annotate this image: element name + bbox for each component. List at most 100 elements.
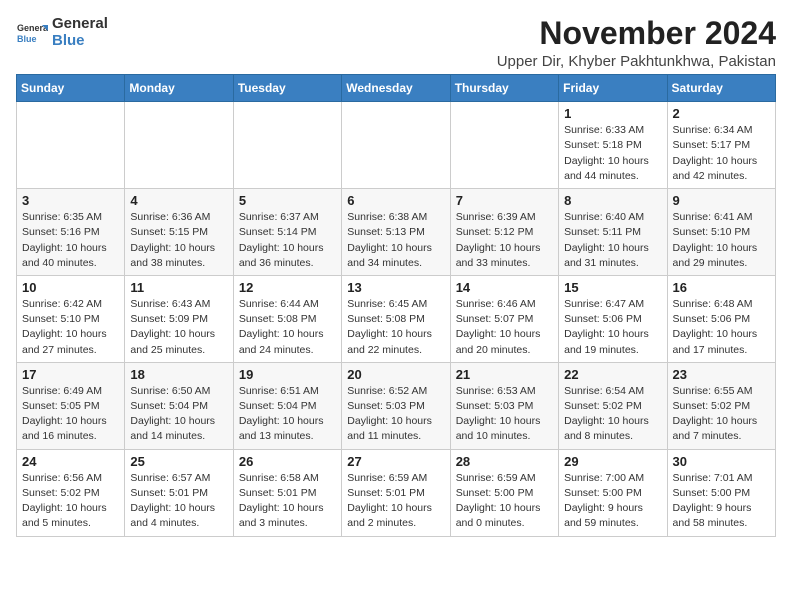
calendar-cell: [450, 102, 558, 189]
day-info: Sunrise: 6:46 AM Sunset: 5:07 PM Dayligh…: [456, 297, 553, 358]
day-info: Sunrise: 6:54 AM Sunset: 5:02 PM Dayligh…: [564, 384, 661, 445]
logo-icon: General Blue: [16, 17, 48, 49]
day-number: 25: [130, 454, 227, 469]
day-number: 12: [239, 280, 336, 295]
day-number: 28: [456, 454, 553, 469]
calendar-cell: 1 Sunrise: 6:33 AM Sunset: 5:18 PM Daylig…: [559, 102, 667, 189]
day-number: 20: [347, 367, 444, 382]
svg-text:General: General: [17, 23, 48, 33]
day-number: 23: [673, 367, 770, 382]
day-number: 30: [673, 454, 770, 469]
calendar-cell: [125, 102, 233, 189]
weekday-header: Wednesday: [342, 75, 450, 102]
weekday-header: Saturday: [667, 75, 775, 102]
calendar-cell: 22 Sunrise: 6:54 AM Sunset: 5:02 PM Dayli…: [559, 362, 667, 449]
calendar-cell: 27Sunrise: 6:59 AM Sunset: 5:01 PM Dayli…: [342, 449, 450, 536]
day-info: Sunrise: 6:58 AM Sunset: 5:01 PM Dayligh…: [239, 471, 336, 532]
calendar-cell: 4 Sunrise: 6:36 AM Sunset: 5:15 PM Daylig…: [125, 189, 233, 276]
calendar-cell: 23 Sunrise: 6:55 AM Sunset: 5:02 PM Dayli…: [667, 362, 775, 449]
calendar-cell: 11 Sunrise: 6:43 AM Sunset: 5:09 PM Dayli…: [125, 275, 233, 362]
calendar-row: 1 Sunrise: 6:33 AM Sunset: 5:18 PM Daylig…: [17, 102, 776, 189]
day-info: Sunrise: 6:34 AM Sunset: 5:17 PM Dayligh…: [673, 123, 770, 184]
day-number: 21: [456, 367, 553, 382]
day-info: Sunrise: 6:40 AM Sunset: 5:11 PM Dayligh…: [564, 210, 661, 271]
calendar-row: 24 Sunrise: 6:56 AM Sunset: 5:02 PM Dayli…: [17, 449, 776, 536]
day-info: Sunrise: 6:44 AM Sunset: 5:08 PM Dayligh…: [239, 297, 336, 358]
day-info: Sunrise: 6:36 AM Sunset: 5:15 PM Dayligh…: [130, 210, 227, 271]
day-number: 1: [564, 106, 661, 121]
day-info: Sunrise: 6:49 AM Sunset: 5:05 PM Dayligh…: [22, 384, 119, 445]
calendar-cell: 28 Sunrise: 6:59 AM Sunset: 5:00 PM Dayli…: [450, 449, 558, 536]
calendar-cell: 24 Sunrise: 6:56 AM Sunset: 5:02 PM Dayli…: [17, 449, 125, 536]
weekday-header: Monday: [125, 75, 233, 102]
day-number: 5: [239, 193, 336, 208]
day-info: Sunrise: 6:57 AM Sunset: 5:01 PM Dayligh…: [130, 471, 227, 532]
calendar-cell: [342, 102, 450, 189]
day-number: 16: [673, 280, 770, 295]
day-number: 10: [22, 280, 119, 295]
day-info: Sunrise: 6:53 AM Sunset: 5:03 PM Dayligh…: [456, 384, 553, 445]
day-info: Sunrise: 6:35 AM Sunset: 5:16 PM Dayligh…: [22, 210, 119, 271]
day-info: Sunrise: 6:45 AM Sunset: 5:08 PM Dayligh…: [347, 297, 444, 358]
calendar-cell: 9Sunrise: 6:41 AM Sunset: 5:10 PM Daylig…: [667, 189, 775, 276]
logo-name-line2: Blue: [52, 33, 108, 50]
calendar-cell: 21 Sunrise: 6:53 AM Sunset: 5:03 PM Dayli…: [450, 362, 558, 449]
day-info: Sunrise: 6:52 AM Sunset: 5:03 PM Dayligh…: [347, 384, 444, 445]
calendar-cell: [233, 102, 341, 189]
day-number: 27: [347, 454, 444, 469]
day-number: 22: [564, 367, 661, 382]
calendar-cell: 6 Sunrise: 6:38 AM Sunset: 5:13 PM Daylig…: [342, 189, 450, 276]
day-info: Sunrise: 6:33 AM Sunset: 5:18 PM Dayligh…: [564, 123, 661, 184]
day-number: 4: [130, 193, 227, 208]
day-number: 15: [564, 280, 661, 295]
calendar-cell: 10 Sunrise: 6:42 AM Sunset: 5:10 PM Dayli…: [17, 275, 125, 362]
calendar-cell: 5 Sunrise: 6:37 AM Sunset: 5:14 PM Daylig…: [233, 189, 341, 276]
day-number: 8: [564, 193, 661, 208]
day-number: 29: [564, 454, 661, 469]
weekday-header: Friday: [559, 75, 667, 102]
logo-name-line1: General: [52, 16, 108, 33]
day-info: Sunrise: 6:56 AM Sunset: 5:02 PM Dayligh…: [22, 471, 119, 532]
day-info: Sunrise: 6:42 AM Sunset: 5:10 PM Dayligh…: [22, 297, 119, 358]
day-info: Sunrise: 6:38 AM Sunset: 5:13 PM Dayligh…: [347, 210, 444, 271]
calendar-table: SundayMondayTuesdayWednesdayThursdayFrid…: [16, 74, 776, 536]
calendar-row: 10 Sunrise: 6:42 AM Sunset: 5:10 PM Dayli…: [17, 275, 776, 362]
day-info: Sunrise: 6:55 AM Sunset: 5:02 PM Dayligh…: [673, 384, 770, 445]
calendar-row: 3Sunrise: 6:35 AM Sunset: 5:16 PM Daylig…: [17, 189, 776, 276]
day-info: Sunrise: 6:37 AM Sunset: 5:14 PM Dayligh…: [239, 210, 336, 271]
calendar-cell: 8 Sunrise: 6:40 AM Sunset: 5:11 PM Daylig…: [559, 189, 667, 276]
day-number: 13: [347, 280, 444, 295]
day-number: 7: [456, 193, 553, 208]
day-number: 24: [22, 454, 119, 469]
weekday-header: Sunday: [17, 75, 125, 102]
calendar-cell: 29 Sunrise: 7:00 AM Sunset: 5:00 PM Dayli…: [559, 449, 667, 536]
calendar-cell: 25 Sunrise: 6:57 AM Sunset: 5:01 PM Dayli…: [125, 449, 233, 536]
title-block: November 2024 Upper Dir, Khyber Pakhtunk…: [497, 16, 776, 70]
calendar-row: 17 Sunrise: 6:49 AM Sunset: 5:05 PM Dayli…: [17, 362, 776, 449]
calendar-cell: 2Sunrise: 6:34 AM Sunset: 5:17 PM Daylig…: [667, 102, 775, 189]
day-number: 18: [130, 367, 227, 382]
day-info: Sunrise: 6:41 AM Sunset: 5:10 PM Dayligh…: [673, 210, 770, 271]
calendar-cell: 18 Sunrise: 6:50 AM Sunset: 5:04 PM Dayli…: [125, 362, 233, 449]
day-info: Sunrise: 6:43 AM Sunset: 5:09 PM Dayligh…: [130, 297, 227, 358]
header-area: General Blue General Blue November 2024 …: [16, 16, 776, 70]
day-info: Sunrise: 6:51 AM Sunset: 5:04 PM Dayligh…: [239, 384, 336, 445]
day-number: 11: [130, 280, 227, 295]
calendar-cell: 26Sunrise: 6:58 AM Sunset: 5:01 PM Dayli…: [233, 449, 341, 536]
logo: General Blue General Blue: [16, 16, 108, 49]
day-number: 17: [22, 367, 119, 382]
day-number: 14: [456, 280, 553, 295]
calendar-cell: 19Sunrise: 6:51 AM Sunset: 5:04 PM Dayli…: [233, 362, 341, 449]
calendar-cell: 20 Sunrise: 6:52 AM Sunset: 5:03 PM Dayli…: [342, 362, 450, 449]
day-info: Sunrise: 6:39 AM Sunset: 5:12 PM Dayligh…: [456, 210, 553, 271]
day-info: Sunrise: 6:59 AM Sunset: 5:00 PM Dayligh…: [456, 471, 553, 532]
day-info: Sunrise: 6:48 AM Sunset: 5:06 PM Dayligh…: [673, 297, 770, 358]
calendar-cell: 14 Sunrise: 6:46 AM Sunset: 5:07 PM Dayli…: [450, 275, 558, 362]
day-info: Sunrise: 6:50 AM Sunset: 5:04 PM Dayligh…: [130, 384, 227, 445]
weekday-header: Thursday: [450, 75, 558, 102]
day-info: Sunrise: 6:47 AM Sunset: 5:06 PM Dayligh…: [564, 297, 661, 358]
calendar-header-row: SundayMondayTuesdayWednesdayThursdayFrid…: [17, 75, 776, 102]
calendar-cell: 12 Sunrise: 6:44 AM Sunset: 5:08 PM Dayli…: [233, 275, 341, 362]
day-number: 6: [347, 193, 444, 208]
day-info: Sunrise: 7:00 AM Sunset: 5:00 PM Dayligh…: [564, 471, 661, 532]
